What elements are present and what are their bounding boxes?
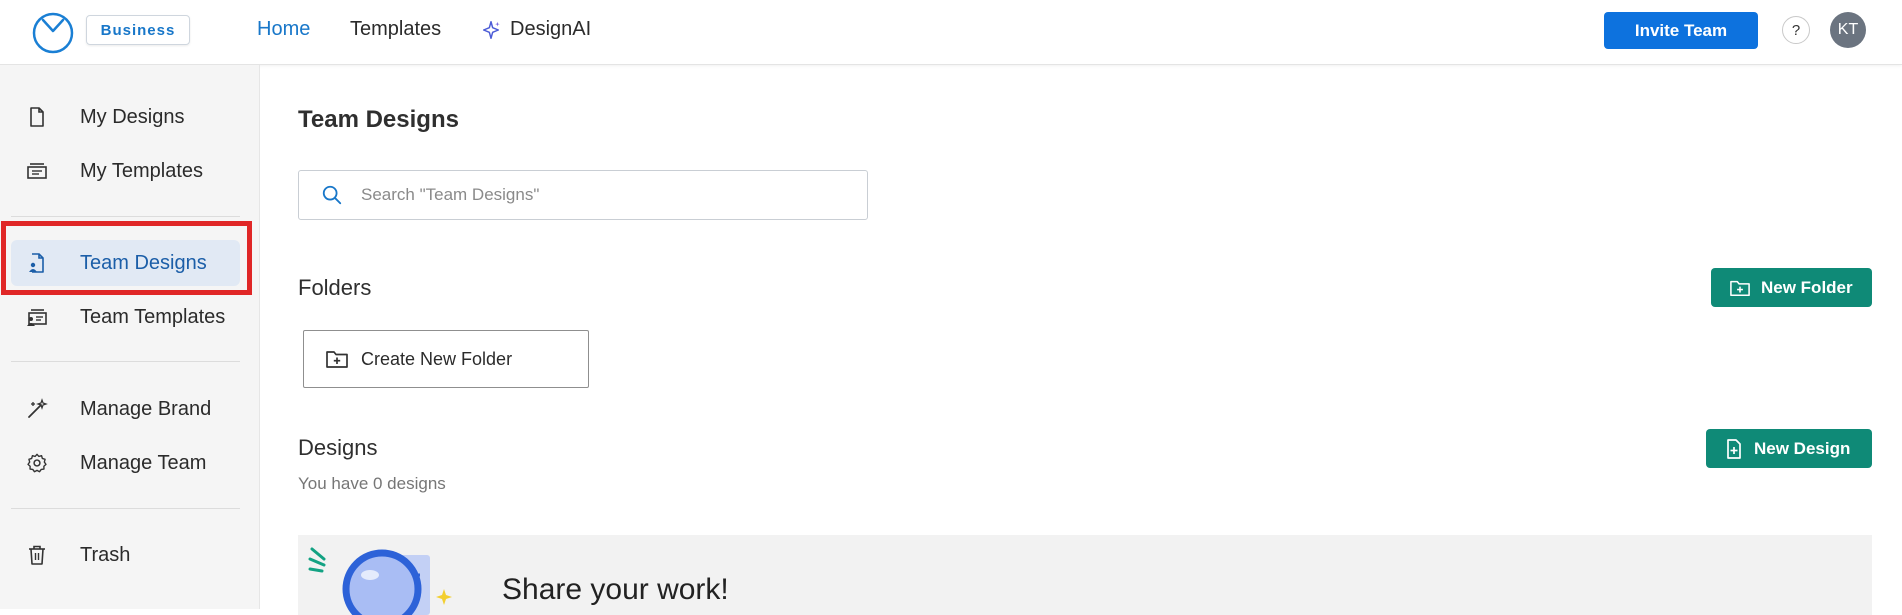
sidebar: My Designs My Templates Team Designs Tea… — [0, 65, 260, 609]
sidebar-divider — [11, 508, 240, 509]
designs-section-title: Designs — [298, 435, 378, 460]
sparkle-icon — [482, 20, 500, 39]
folders-section-title: Folders — [298, 275, 372, 300]
sidebar-item-label: Trash — [80, 543, 131, 566]
user-avatar[interactable]: KT — [1830, 12, 1866, 48]
gear-icon — [25, 451, 49, 475]
sidebar-item-team-templates[interactable]: Team Templates — [11, 294, 240, 340]
create-new-folder-card[interactable]: Create New Folder — [303, 330, 589, 388]
nav-designai-label: DesignAI — [510, 18, 592, 40]
new-folder-button[interactable]: New Folder — [1711, 268, 1872, 307]
nav-templates-link[interactable]: Templates — [350, 18, 441, 41]
sidebar-item-manage-brand[interactable]: Manage Brand — [11, 386, 240, 432]
plan-badge: Business — [86, 15, 190, 45]
sidebar-divider — [11, 361, 240, 362]
sidebar-item-label: Manage Brand — [80, 397, 212, 420]
top-navbar: Business Home Templates DesignAI Invite … — [0, 0, 1902, 65]
template-icon — [25, 159, 49, 183]
sidebar-item-trash[interactable]: Trash — [11, 532, 240, 578]
sidebar-item-manage-team[interactable]: Manage Team — [11, 440, 240, 486]
file-plus-icon — [1727, 438, 1741, 459]
share-banner: Share your work! — [298, 535, 1872, 615]
nav-home-link[interactable]: Home — [257, 18, 310, 41]
sidebar-item-team-designs[interactable]: Team Designs — [11, 240, 240, 286]
new-design-button[interactable]: New Design — [1706, 429, 1872, 468]
folder-plus-icon — [1730, 280, 1750, 296]
new-folder-label: New Folder — [1761, 277, 1853, 297]
magic-wand-icon — [25, 397, 49, 421]
invite-team-button[interactable]: Invite Team — [1604, 12, 1758, 49]
new-design-label: New Design — [1754, 438, 1851, 458]
team-template-icon — [25, 305, 49, 329]
sidebar-divider — [11, 216, 240, 217]
sidebar-item-my-templates[interactable]: My Templates — [11, 148, 240, 194]
sidebar-item-label: Team Templates — [80, 305, 226, 328]
trash-icon — [25, 543, 49, 567]
designs-count-text: You have 0 designs — [298, 474, 446, 493]
search-input[interactable] — [359, 184, 843, 206]
folder-plus-icon — [326, 351, 348, 368]
share-banner-text: Share your work! — [502, 573, 729, 606]
logo-icon[interactable] — [31, 10, 75, 54]
team-file-icon — [25, 251, 49, 275]
search-icon — [321, 183, 345, 207]
sidebar-item-label: Team Designs — [80, 251, 207, 274]
share-illustration — [308, 547, 452, 615]
nav-designai-link[interactable]: DesignAI — [480, 18, 591, 41]
search-box[interactable] — [298, 170, 868, 220]
create-new-folder-label: Create New Folder — [361, 348, 513, 369]
sidebar-item-label: My Designs — [80, 105, 185, 128]
help-button[interactable]: ? — [1782, 16, 1810, 44]
file-icon — [25, 105, 49, 129]
page-title: Team Designs — [298, 106, 459, 133]
sidebar-item-label: My Templates — [80, 159, 204, 182]
sidebar-item-my-designs[interactable]: My Designs — [11, 94, 240, 140]
sidebar-item-label: Manage Team — [80, 451, 207, 474]
